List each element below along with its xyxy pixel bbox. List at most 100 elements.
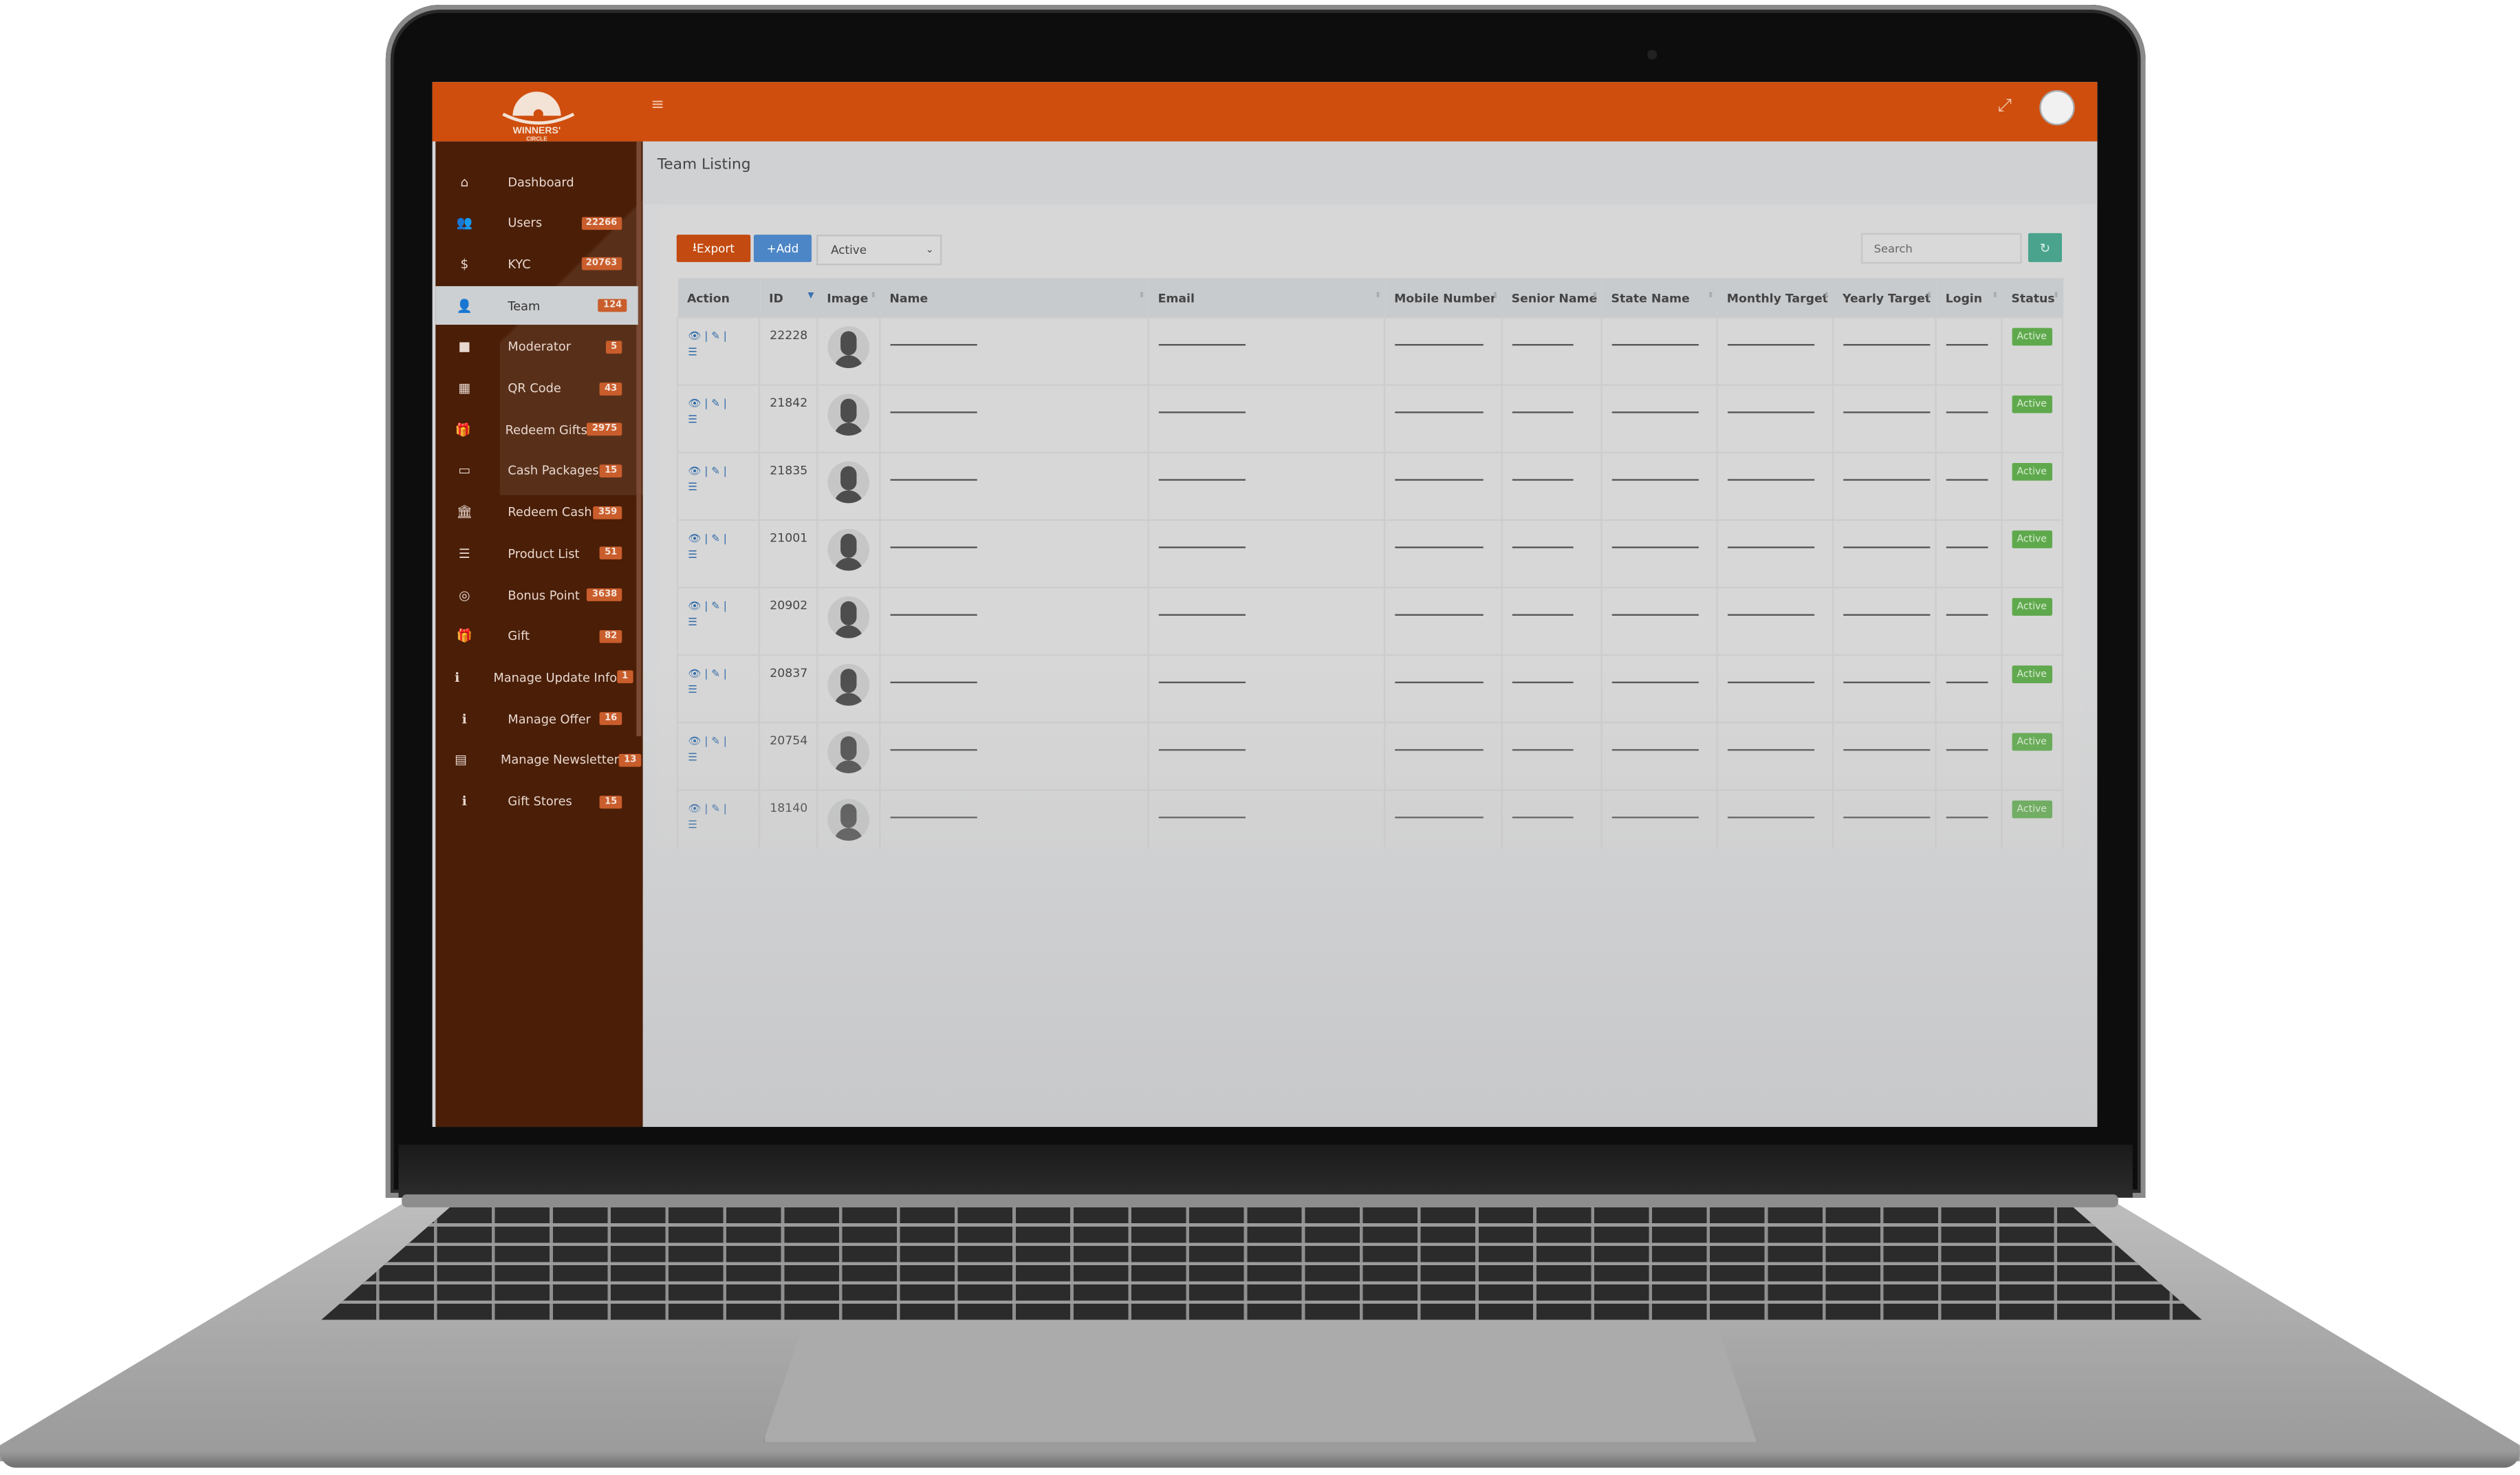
- sidebar-item-bonus-point[interactable]: ◎ Bonus Point 3638: [435, 576, 633, 614]
- column-header-senior-name[interactable]: Senior Name ⬍: [1501, 278, 1602, 318]
- refresh-button[interactable]: ↻: [2028, 233, 2062, 262]
- status-cell: Active: [2001, 451, 2064, 521]
- status-filter-select[interactable]: Active ⌄: [816, 235, 942, 266]
- winners-circle-logo[interactable]: WINNERS' CIRCLE: [490, 84, 584, 142]
- add-button[interactable]: + Add: [753, 235, 812, 262]
- column-header-name[interactable]: Name ⬍: [880, 278, 1149, 318]
- sidebar-scrollbar[interactable]: [636, 141, 642, 737]
- status-badge[interactable]: Active: [2012, 327, 2052, 346]
- status-badge[interactable]: Active: [2012, 462, 2052, 481]
- column-header-status[interactable]: Status ⬍: [2001, 278, 2063, 318]
- avatar: [827, 528, 870, 571]
- column-header-action[interactable]: Action: [677, 278, 760, 318]
- edit-icon[interactable]: ✎: [711, 464, 720, 477]
- sidebar-item-cash-packages[interactable]: ▭ Cash Packages 15: [435, 451, 633, 490]
- image-cell: [816, 519, 881, 589]
- column-header-email[interactable]: Email ⬍: [1148, 278, 1385, 318]
- menu-icon: 🎁: [456, 629, 472, 644]
- list-icon[interactable]: ☰: [688, 548, 697, 561]
- redacted-value: [1843, 546, 1931, 549]
- laptop-base: [0, 1194, 2520, 1471]
- image-cell: [816, 384, 881, 453]
- sidebar-item-gift[interactable]: 🎁 Gift 82: [435, 617, 633, 656]
- column-header-image[interactable]: Image ⬍: [817, 278, 880, 318]
- sidebar-item-moderator[interactable]: ■ Moderator 5: [435, 327, 633, 366]
- sidebar-item-users[interactable]: 👥 Users 22266: [435, 204, 633, 242]
- sidebar: ⌂ Dashboard 👥 Users 22266 $ KYC 20763 👤 Team 124 ■ M…: [435, 141, 643, 1128]
- expand-icon[interactable]: ⤢: [1998, 95, 2012, 118]
- menu-icon: 🎁: [455, 422, 472, 437]
- edit-icon[interactable]: ✎: [711, 330, 720, 343]
- table-row: 👁 | ✎ | ☰ 21001 Active: [676, 519, 2064, 589]
- redacted-cell: [1832, 519, 1937, 589]
- sidebar-item-manage-update-info[interactable]: ℹ Manage Update Info 1: [435, 658, 633, 697]
- user-avatar[interactable]: [2039, 89, 2075, 126]
- menu-icon: $: [460, 257, 469, 272]
- edit-icon[interactable]: ✎: [711, 397, 720, 410]
- column-header-mobile-number[interactable]: Mobile Number ⬍: [1384, 278, 1502, 318]
- sort-icon: ⬍: [1926, 290, 1933, 301]
- sidebar-item-label: Cash Packages: [508, 463, 599, 478]
- refresh-icon: ↻: [2039, 240, 2051, 255]
- column-header-id[interactable]: ID ▼: [759, 278, 818, 318]
- sidebar-item-redeem-cash[interactable]: 🏛 Redeem Cash 359: [435, 493, 633, 531]
- redacted-cell: [1383, 451, 1503, 521]
- redacted-cell: [1501, 451, 1603, 521]
- redacted-cell: [1501, 384, 1603, 453]
- redacted-value: [890, 546, 977, 549]
- view-icon[interactable]: 👁: [688, 397, 701, 410]
- sidebar-item-manage-newsletter[interactable]: ▤ Manage Newsletter 13: [435, 741, 642, 779]
- sort-desc-icon: ▼: [807, 290, 814, 301]
- sidebar-item-redeem-gifts[interactable]: 🎁 Redeem Gifts 2975: [435, 410, 633, 449]
- count-badge: 124: [598, 299, 627, 312]
- sidebar-item-qr-code[interactable]: ▦ QR Code 43: [435, 369, 633, 407]
- sidebar-item-dashboard[interactable]: ⌂ Dashboard: [435, 162, 633, 201]
- menu-icon: ☰: [458, 546, 470, 561]
- edit-icon[interactable]: ✎: [711, 532, 720, 545]
- redacted-cell: [1600, 316, 1718, 386]
- menu-icon: ◎: [459, 588, 470, 603]
- list-icon[interactable]: ☰: [688, 616, 697, 629]
- status-badge[interactable]: Active: [2012, 395, 2052, 413]
- sidebar-item-manage-offer[interactable]: ℹ Manage Offer 16: [435, 700, 633, 738]
- menu-icon: ▭: [458, 463, 471, 478]
- count-badge: 16: [600, 712, 622, 726]
- list-icon[interactable]: ☰: [688, 413, 697, 427]
- view-icon[interactable]: 👁: [688, 330, 701, 343]
- count-badge: 1: [617, 671, 633, 685]
- trackpad: [763, 1323, 1757, 1443]
- list-icon[interactable]: ☰: [688, 481, 697, 494]
- export-button[interactable]: ⭳ Export: [676, 235, 751, 262]
- status-badge[interactable]: Active: [2012, 530, 2052, 548]
- sidebar-item-label: QR Code: [508, 380, 561, 396]
- column-header-state-name[interactable]: State Name ⬍: [1601, 278, 1717, 318]
- status-badge[interactable]: Active: [2012, 598, 2052, 616]
- view-icon[interactable]: 👁: [688, 532, 701, 545]
- redacted-value: [1158, 546, 1246, 549]
- search-input[interactable]: Search: [1860, 233, 2022, 264]
- sidebar-item-label: Redeem Gifts: [505, 422, 587, 437]
- column-header-monthly-target[interactable]: Monthly Target ⬍: [1717, 278, 1834, 318]
- view-icon[interactable]: 👁: [688, 600, 701, 613]
- hamburger-icon[interactable]: ≡: [651, 96, 664, 114]
- id-cell: 21835: [758, 451, 818, 521]
- redacted-value: [1395, 546, 1484, 549]
- column-header-login[interactable]: Login ⬍: [1935, 278, 2002, 318]
- edit-icon[interactable]: ✎: [711, 600, 720, 613]
- sidebar-item-product-list[interactable]: ☰ Product List 51: [435, 534, 633, 572]
- sidebar-item-gift-stores[interactable]: ℹ Gift Stores 15: [435, 782, 633, 821]
- list-icon[interactable]: ☰: [688, 345, 697, 358]
- redacted-cell: [1501, 586, 1603, 656]
- sort-icon: ⬍: [1492, 290, 1499, 301]
- action-cell: 👁 | ✎ |☰: [676, 519, 761, 589]
- redacted-value: [1611, 479, 1699, 482]
- view-icon[interactable]: 👁: [688, 464, 701, 477]
- menu-icon: ▦: [458, 380, 471, 396]
- redacted-cell: [1147, 316, 1386, 386]
- sidebar-item-kyc[interactable]: $ KYC 20763: [435, 245, 633, 283]
- sidebar-item-team[interactable]: 👤 Team 124: [435, 286, 638, 325]
- column-header-yearly-target[interactable]: Yearly Target ⬍: [1833, 278, 1936, 318]
- redacted-value: [1512, 344, 1574, 346]
- menu-icon: ⌂: [460, 174, 469, 189]
- redacted-cell: [1600, 384, 1718, 453]
